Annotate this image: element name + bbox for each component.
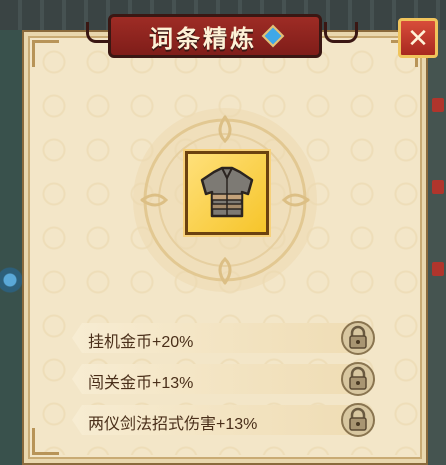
attribute-row: 两仪剑法招式伤害+13% bbox=[72, 402, 382, 438]
game-left-scene bbox=[0, 30, 24, 465]
close-x-icon: ✕ bbox=[407, 23, 429, 53]
side-marker bbox=[432, 98, 444, 112]
lock-icon[interactable] bbox=[340, 361, 376, 397]
banner-ornament bbox=[324, 22, 358, 43]
armor-icon bbox=[200, 166, 254, 218]
title-banner: 词条精炼 bbox=[108, 14, 322, 58]
panel-corner bbox=[32, 40, 59, 67]
panel-corner bbox=[32, 428, 59, 455]
gem-icon bbox=[261, 24, 285, 48]
attribute-label: 闯关金币+13% bbox=[88, 375, 194, 392]
game-right-scene bbox=[428, 30, 446, 465]
attribute-label: 挂机金币+20% bbox=[88, 334, 194, 351]
side-marker bbox=[432, 262, 444, 276]
lock-icon[interactable] bbox=[340, 402, 376, 438]
attribute-row: 闯关金币+13% bbox=[72, 361, 382, 397]
side-marker bbox=[432, 180, 444, 194]
attribute-label: 两仪剑法招式伤害+13% bbox=[88, 416, 258, 433]
game-character-fragment bbox=[0, 250, 24, 320]
page-title: 词条精炼 bbox=[149, 25, 257, 53]
item-slot[interactable] bbox=[185, 151, 269, 235]
close-button[interactable]: ✕ bbox=[398, 18, 438, 58]
attribute-row: 挂机金币+20% bbox=[72, 320, 382, 356]
lock-icon[interactable] bbox=[340, 320, 376, 356]
